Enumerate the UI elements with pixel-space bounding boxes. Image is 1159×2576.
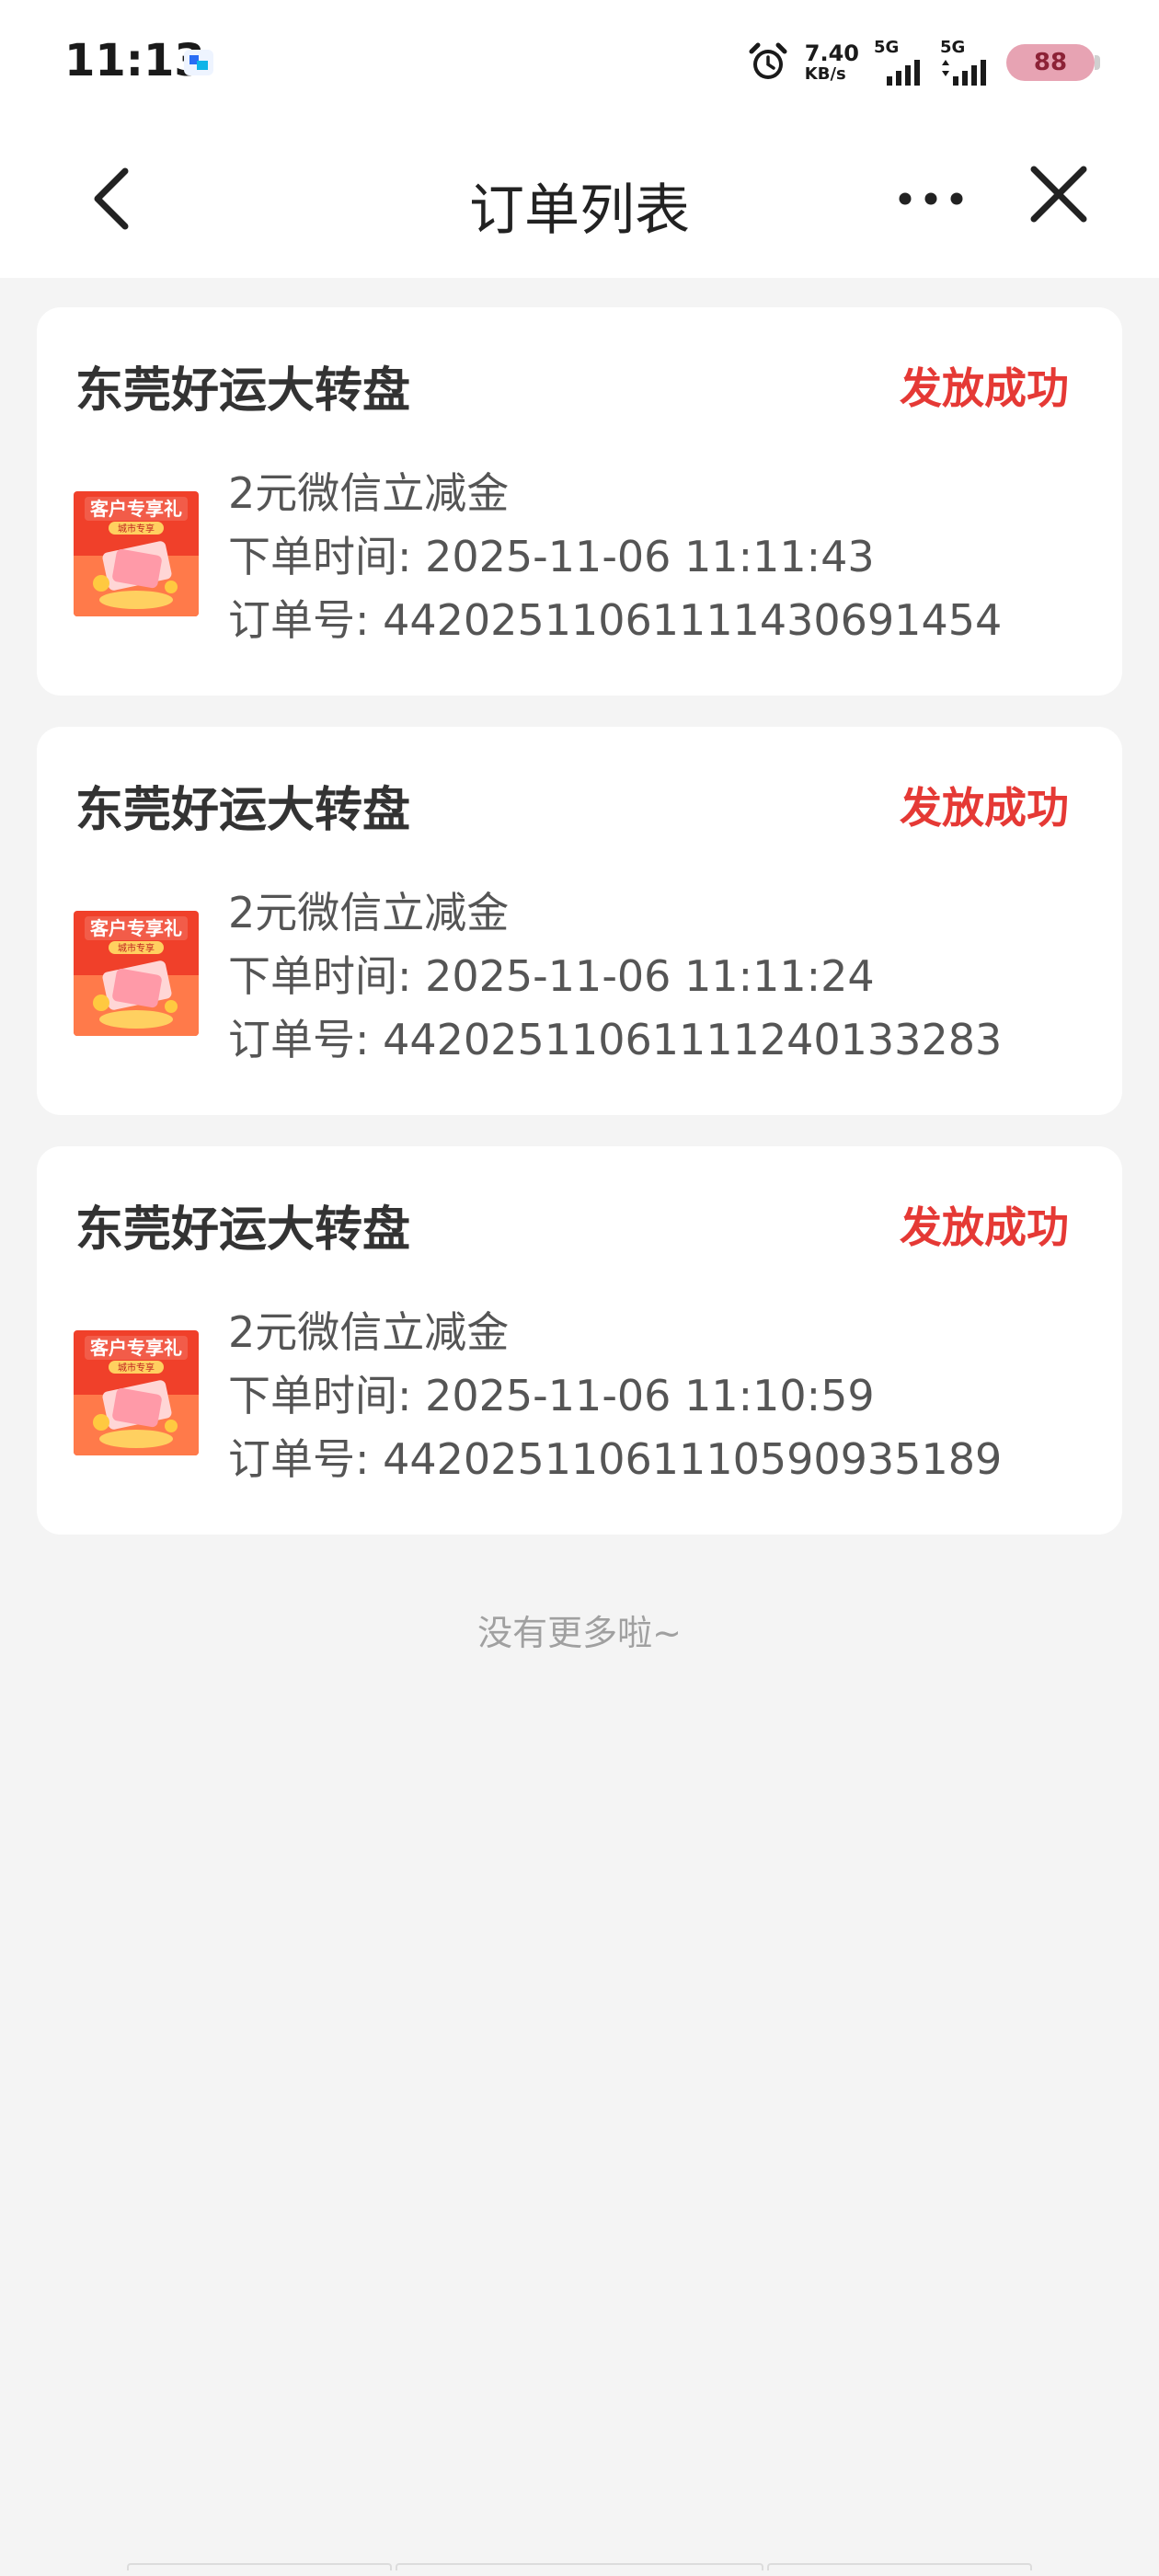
nav-bar: 订单列表 (0, 120, 1159, 278)
page-title: 订单列表 (469, 178, 690, 243)
svg-text:城市专享: 城市专享 (118, 523, 155, 535)
network-speed-unit: KB/s (804, 64, 846, 84)
svg-text:城市专享: 城市专享 (118, 942, 155, 954)
order-store-name: 东莞好运大转盘 (75, 1202, 411, 1258)
order-list: 东莞好运大转盘 发放成功 客户专享礼 城市专享 2元微信立减金 下单时间: 20… (37, 307, 1122, 1566)
order-product: 2元微信立减金 (228, 468, 510, 518)
sim1-signal: 5G (874, 40, 925, 86)
order-number: 订单号: 44202511061111240133283 (228, 1015, 1003, 1064)
order-time: 下单时间: 2025-11-06 11:11:43 (228, 532, 875, 581)
order-time: 下单时间: 2025-11-06 11:10:59 (228, 1371, 875, 1420)
signal-bars-icon (887, 60, 920, 86)
order-number: 订单号: 44202511061111430691454 (228, 595, 1003, 645)
network-speed-value: 7.40 (804, 40, 859, 66)
order-store-name: 东莞好运大转盘 (75, 783, 411, 838)
close-icon[interactable] (1028, 164, 1089, 224)
svg-text:客户专享礼: 客户专享礼 (89, 1337, 182, 1359)
svg-text:客户专享礼: 客户专享礼 (89, 498, 182, 520)
order-time: 下单时间: 2025-11-06 11:11:24 (228, 951, 875, 1001)
order-status: 发放成功 (900, 1202, 1069, 1252)
status-bar: 11:13 7.40 KB/s 5G 5G 88 (0, 0, 1159, 120)
order-card[interactable]: 东莞好运大转盘 发放成功 客户专享礼 城市专享 2元微信立减金 下单时间: 20… (37, 727, 1122, 1115)
order-card[interactable]: 东莞好运大转盘 发放成功 客户专享礼 城市专享 2元微信立减金 下单时间: 20… (37, 307, 1122, 696)
bottom-gesture-bar (0, 2561, 1159, 2576)
more-horizontal-icon[interactable] (894, 182, 968, 215)
gift-coupon-thumbnail: 客户专享礼 城市专享 (74, 1330, 199, 1455)
battery-level: 88 (1033, 49, 1068, 76)
order-info: 2元微信立减金 下单时间: 2025-11-06 11:11:24 订单号: 4… (228, 881, 1002, 1072)
order-status: 发放成功 (900, 363, 1069, 413)
order-card[interactable]: 东莞好运大转盘 发放成功 客户专享礼 城市专享 2元微信立减金 下单时间: 20… (37, 1146, 1122, 1535)
sim1-network-type: 5G (874, 38, 900, 57)
battery-indicator: 88 (1006, 44, 1100, 81)
sim2-signal: 5G (940, 40, 992, 86)
network-speed: 7.40 KB/s (805, 42, 859, 83)
svg-text:客户专享礼: 客户专享礼 (89, 917, 182, 939)
order-number: 订单号: 44202511061110590935189 (228, 1434, 1003, 1484)
gift-coupon-thumbnail: 客户专享礼 城市专享 (74, 491, 199, 616)
app-notification-icon (184, 50, 213, 75)
order-store-name: 东莞好运大转盘 (75, 363, 411, 419)
gift-coupon-thumbnail: 客户专享礼 城市专享 (74, 911, 199, 1036)
order-product: 2元微信立减金 (228, 1307, 510, 1357)
no-more-hint: 没有更多啦~ (477, 1613, 682, 1653)
order-status: 发放成功 (900, 783, 1069, 833)
svg-text:城市专享: 城市专享 (118, 1362, 155, 1374)
alarm-clock-icon (749, 42, 787, 79)
signal-bars-icon (942, 60, 986, 86)
status-indicators: 7.40 KB/s 5G 5G 88 (746, 35, 1100, 90)
order-info: 2元微信立减金 下单时间: 2025-11-06 11:10:59 订单号: 4… (228, 1301, 1002, 1491)
sim2-network-type: 5G (940, 38, 966, 57)
order-info: 2元微信立减金 下单时间: 2025-11-06 11:11:43 订单号: 4… (228, 462, 1002, 652)
order-product: 2元微信立减金 (228, 888, 510, 937)
